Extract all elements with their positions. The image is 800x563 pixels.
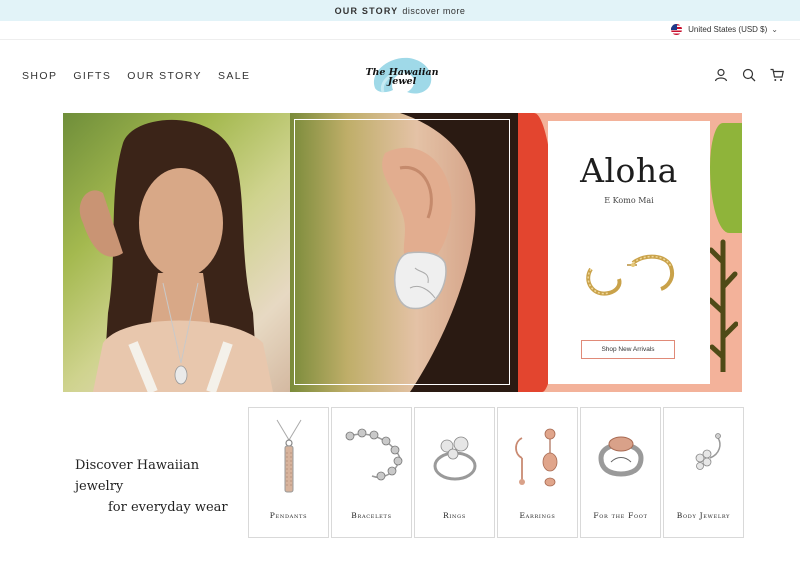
header-icons <box>714 68 784 82</box>
us-flag-icon <box>671 24 683 35</box>
category-label: Body Jewelry <box>676 511 731 520</box>
hero-card: Aloha E Komo Mai Shop New Arrivals <box>548 121 710 384</box>
model-silhouette-graphic <box>79 119 273 392</box>
body-jewelry-image <box>695 433 721 470</box>
category-label: Rings <box>443 511 466 520</box>
coral-graphic <box>708 239 738 372</box>
currency-selector[interactable]: United States (USD $) ⌄ <box>671 24 778 35</box>
site-logo[interactable]: The Hawaiian Jewel <box>363 52 441 100</box>
logo-line-2: Jewel <box>387 76 417 87</box>
hero-banner[interactable]: Aloha E Komo Mai Shop New Arrivals <box>63 113 742 392</box>
discover-heading: Discover Hawaiian jewelry for everyday w… <box>63 455 243 518</box>
nav-item-gifts[interactable]: GIFTS <box>73 70 111 82</box>
chevron-down-icon: ⌄ <box>771 25 778 34</box>
hero-title: Aloha <box>580 151 678 190</box>
hero-photo-model <box>63 113 290 392</box>
account-icon[interactable] <box>714 68 728 82</box>
toe-ring-image <box>598 436 644 477</box>
shop-new-arrivals-button[interactable]: Shop New Arrivals <box>581 340 675 359</box>
hero-photo-earring <box>290 113 520 392</box>
currency-label: United States (USD $) <box>688 25 768 34</box>
site-header: SHOP GIFTS OUR STORY SALE The Hawaiian J… <box>0 40 800 113</box>
category-grid: Pendants Bracelets Rings Earrings For th… <box>248 407 744 538</box>
discover-line-1: Discover Hawaiian jewelry <box>75 458 200 494</box>
cart-icon[interactable] <box>770 68 784 82</box>
category-rings[interactable]: Rings <box>414 407 495 538</box>
category-label: Pendants <box>269 511 308 520</box>
discover-line-2: for everyday wear <box>108 500 228 515</box>
pendant-image <box>276 419 302 493</box>
search-icon[interactable] <box>742 68 756 82</box>
earrings-image <box>515 428 558 487</box>
bracelet-image <box>345 428 403 481</box>
category-body-jewelry[interactable]: Body Jewelry <box>663 407 744 538</box>
logo-text: The Hawaiian Jewel <box>363 68 441 87</box>
category-label: For the Foot <box>593 511 648 520</box>
announcement-bold: OUR STORY <box>334 5 399 16</box>
category-earrings[interactable]: Earrings <box>497 407 578 538</box>
nav-item-our-story[interactable]: OUR STORY <box>127 70 202 82</box>
green-leaf-shape <box>710 123 742 233</box>
nav-item-shop[interactable]: SHOP <box>22 70 57 82</box>
nav-item-sale[interactable]: SALE <box>218 70 250 82</box>
category-bracelets[interactable]: Bracelets <box>331 407 412 538</box>
category-for-the-foot[interactable]: For the Foot <box>580 407 661 538</box>
main-nav: SHOP GIFTS OUR STORY SALE <box>22 70 266 82</box>
category-pendants[interactable]: Pendants <box>248 407 329 538</box>
announcement-bar[interactable]: OUR STORY discover more <box>0 0 800 21</box>
category-label: Earrings <box>519 511 556 520</box>
category-label: Bracelets <box>351 511 392 520</box>
ring-image <box>433 436 477 481</box>
announcement-text: discover more <box>402 5 466 16</box>
gold-earrings-image <box>586 254 674 296</box>
hero-subtitle: E Komo Mai <box>604 196 654 205</box>
photo-frame <box>294 119 510 385</box>
currency-row: United States (USD $) ⌄ <box>0 21 800 40</box>
